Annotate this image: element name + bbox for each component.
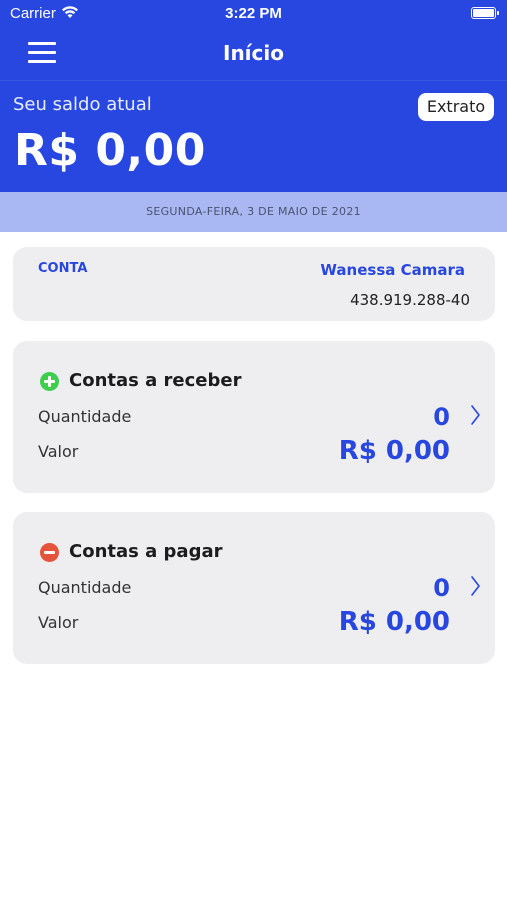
payables-card[interactable]: Contas a pagar Quantidade 0 Valor R$ 0,0… — [13, 512, 495, 664]
account-holder-name: Wanessa Camara — [320, 261, 465, 279]
current-date: SEGUNDA-FEIRA, 3 DE MAIO DE 2021 — [0, 192, 507, 232]
payables-value: R$ 0,00 — [338, 607, 450, 637]
chevron-right-icon[interactable] — [469, 574, 483, 598]
nav-bar: Início — [0, 28, 507, 81]
chevron-right-icon[interactable] — [469, 403, 483, 427]
page-title: Início — [223, 41, 284, 65]
receivables-title: Contas a receber — [69, 370, 242, 391]
balance-label: Seu saldo atual — [13, 94, 152, 115]
account-label: CONTA — [38, 261, 88, 276]
balance-header: Seu saldo atual R$ 0,00 Extrato — [0, 81, 507, 192]
account-card: CONTA Wanessa Camara 438.919.288-40 — [13, 247, 495, 321]
minus-circle-icon — [40, 543, 59, 562]
battery-icon — [471, 7, 499, 19]
payables-quantity-label: Quantidade — [38, 578, 132, 597]
receivables-card[interactable]: Contas a receber Quantidade 0 Valor R$ 0… — [13, 341, 495, 493]
status-time: 3:22 PM — [225, 5, 282, 22]
plus-circle-icon — [40, 372, 59, 391]
status-bar: Carrier 3:22 PM — [0, 0, 507, 28]
receivables-value: R$ 0,00 — [338, 436, 450, 466]
account-document: 438.919.288-40 — [350, 291, 470, 309]
payables-value-label: Valor — [38, 613, 79, 632]
receivables-quantity-value: 0 — [433, 403, 450, 431]
receivables-quantity-label: Quantidade — [38, 407, 132, 426]
extrato-button[interactable]: Extrato — [418, 93, 494, 121]
payables-quantity-value: 0 — [433, 574, 450, 602]
payables-title: Contas a pagar — [69, 541, 223, 562]
receivables-value-label: Valor — [38, 442, 79, 461]
balance-value: R$ 0,00 — [14, 125, 206, 176]
